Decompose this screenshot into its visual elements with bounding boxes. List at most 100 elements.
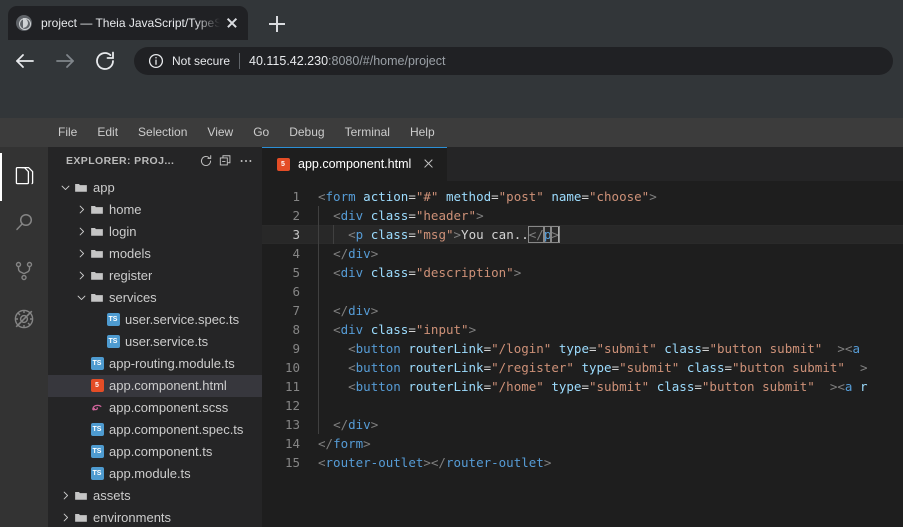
code-line-text: <router-outlet></router-outlet> (318, 453, 903, 472)
tree-item-app-module-ts[interactable]: TS app.module.ts (48, 463, 262, 485)
folder-icon (88, 247, 106, 261)
tree-item-app-component-html[interactable]: 5 app.component.html (48, 374, 262, 397)
code-line[interactable]: 14 </form> (262, 434, 903, 453)
tree-item-register[interactable]: register (48, 265, 262, 287)
chevron-right-icon[interactable] (58, 512, 72, 523)
code-line[interactable]: 10 <button routerLink="/register" type="… (262, 358, 903, 377)
code-token: = (581, 379, 589, 394)
code-line[interactable]: 2 <div class="header"> (262, 206, 903, 225)
tree-item-services[interactable]: services (48, 287, 262, 309)
folder-icon (88, 269, 106, 283)
code-token: "description" (415, 265, 514, 280)
reload-icon[interactable] (90, 46, 120, 76)
tree-item-assets[interactable]: assets (48, 485, 262, 507)
code-token: "#" (415, 189, 439, 204)
chevron-right-icon[interactable] (74, 270, 88, 281)
browser-tab[interactable]: project — Theia JavaScript/TypeS (8, 6, 248, 40)
address-bar[interactable]: Not secure 40.115.42.230:8080/#/home/pro… (134, 46, 893, 75)
menu-item-file[interactable]: File (58, 118, 77, 147)
code-line[interactable]: 8 <div class="input"> (262, 320, 903, 339)
refresh-icon[interactable] (196, 151, 216, 171)
collapse-all-icon[interactable] (216, 151, 236, 171)
activitybar-item-explorer[interactable] (0, 153, 48, 201)
indent-guide (318, 244, 319, 263)
tree-item-environments[interactable]: environments (48, 507, 262, 527)
activitybar-item-search[interactable] (0, 201, 48, 249)
code-token: router-outlet (325, 455, 424, 470)
forward-arrow-icon[interactable] (50, 46, 80, 76)
line-number: 3 (292, 227, 300, 242)
chevron-right-icon[interactable] (58, 490, 72, 501)
tree-item-app-routing-module-ts[interactable]: TS app-routing.module.ts (48, 353, 262, 375)
tree-item-app[interactable]: app (48, 177, 262, 199)
menu-item-go[interactable]: Go (253, 118, 269, 147)
code-editor[interactable]: 1 <form action="#" method="post" name="ch… (262, 181, 903, 527)
sass-icon (88, 401, 106, 415)
tree-item-label: login (109, 224, 137, 240)
typescript-icon: TS (88, 423, 106, 437)
menu-item-edit[interactable]: Edit (97, 118, 118, 147)
file-tree[interactable]: app home login models register services TS user… (48, 175, 262, 527)
chevron-right-icon[interactable] (74, 226, 88, 237)
tree-item-user-service-spec-ts[interactable]: TS user.service.spec.ts (48, 309, 262, 331)
chevron-down-icon[interactable] (74, 292, 88, 303)
chevron-right-icon[interactable] (74, 248, 88, 259)
typescript-icon: TS (104, 335, 122, 349)
code-line[interactable]: 15 <router-outlet></router-outlet> (262, 453, 903, 472)
tree-item-models[interactable]: models (48, 243, 262, 265)
code-line[interactable]: 11 <button routerLink="/home" type="subm… (262, 377, 903, 396)
chevron-right-icon[interactable] (74, 204, 88, 215)
code-line[interactable]: 6 (262, 282, 903, 301)
git-branch-icon (12, 259, 36, 288)
indent-guide (318, 282, 319, 301)
code-token: < (333, 322, 341, 337)
debug-icon (12, 307, 36, 336)
new-tab-button[interactable] (264, 11, 290, 37)
more-icon[interactable] (236, 151, 256, 171)
folder-icon (72, 511, 90, 525)
chevron-down-icon[interactable] (58, 182, 72, 193)
tree-item-label: app.component.html (109, 378, 227, 394)
code-line[interactable]: 3 <p class="msg">You can..</p> (262, 225, 903, 244)
tree-item-app-component-ts[interactable]: TS app.component.ts (48, 441, 262, 463)
close-icon[interactable] (224, 15, 240, 31)
tree-item-login[interactable]: login (48, 221, 262, 243)
tree-item-label: app (93, 180, 115, 196)
menu-item-selection[interactable]: Selection (138, 118, 187, 147)
code-line[interactable]: 7 </div> (262, 301, 903, 320)
close-icon[interactable] (419, 155, 437, 173)
code-line[interactable]: 4 </div> (262, 244, 903, 263)
activitybar-item-debug[interactable] (0, 297, 48, 345)
code-line[interactable]: 1 <form action="#" method="post" name="ch… (262, 187, 903, 206)
folder-icon (72, 181, 90, 195)
editor-tab-app-component-html[interactable]: 5 app.component.html (262, 147, 448, 181)
tree-item-app-component-scss[interactable]: app.component.scss (48, 397, 262, 419)
code-line[interactable]: 13 </div> (262, 415, 903, 434)
activitybar-item-source-control[interactable] (0, 249, 48, 297)
code-token: > (543, 455, 552, 470)
url-path: :8080/#/home/project (328, 53, 446, 68)
back-arrow-icon[interactable] (10, 46, 40, 76)
code-token: < (348, 227, 356, 242)
code-token: </ (318, 436, 334, 451)
code-line[interactable]: 9 <button routerLink="/login" type="subm… (262, 339, 903, 358)
code-line[interactable]: 12 (262, 396, 903, 415)
code-line[interactable]: 5 <div class="description"> (262, 263, 903, 282)
menu-item-debug[interactable]: Debug (289, 118, 324, 147)
tree-item-app-component-spec-ts[interactable]: TS app.component.spec.ts (48, 419, 262, 441)
code-token: button (355, 379, 401, 394)
code-token: div (340, 208, 364, 223)
typescript-icon: TS (104, 313, 122, 327)
tree-item-user-service-ts[interactable]: TS user.service.ts (48, 331, 262, 353)
theia-favicon (16, 15, 32, 31)
menu-item-view[interactable]: View (207, 118, 233, 147)
menu-item-help[interactable]: Help (410, 118, 435, 147)
menu-item-terminal[interactable]: Terminal (345, 118, 390, 147)
tree-item-home[interactable]: home (48, 199, 262, 221)
